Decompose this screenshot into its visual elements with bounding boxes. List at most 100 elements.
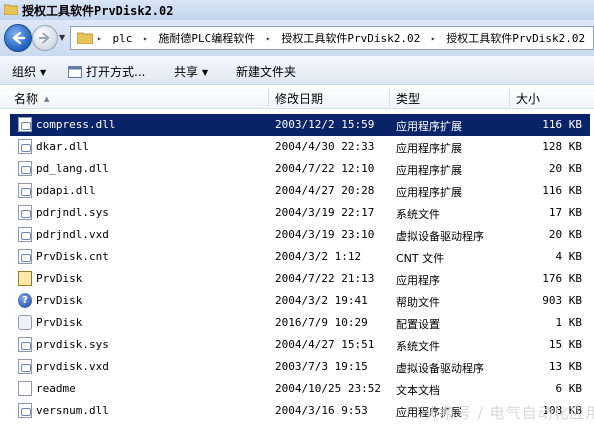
settings-icon bbox=[18, 315, 32, 330]
organize-label: 组织 bbox=[12, 65, 37, 79]
share-button[interactable]: 共享 ▼ bbox=[174, 63, 208, 80]
file-modified: 2003/7/3 19:15 bbox=[275, 360, 368, 373]
file-row[interactable]: ? PrvDisk 2004/3/2 19:41 帮助文件 903 KB bbox=[10, 290, 590, 312]
file-row[interactable]: pdapi.dll 2004/4/27 20:28 应用程序扩展 116 KB bbox=[10, 180, 590, 202]
chevron-right-icon[interactable]: ▸ bbox=[143, 34, 148, 43]
file-type: 系统文件 bbox=[396, 340, 440, 353]
chevron-right-icon[interactable]: ▸ bbox=[266, 34, 271, 43]
back-button[interactable] bbox=[4, 24, 32, 52]
column-divider[interactable] bbox=[389, 88, 390, 106]
file-type: 虚拟设备驱动程序 bbox=[396, 362, 484, 375]
column-type[interactable]: 类型 bbox=[396, 90, 420, 107]
file-row[interactable]: PrvDisk 2004/7/22 21:13 应用程序 176 KB bbox=[10, 268, 590, 290]
vxd-icon bbox=[18, 227, 32, 242]
column-header: 名称 ▲ 修改日期 类型 大小 bbox=[0, 86, 594, 109]
folder-icon bbox=[77, 32, 93, 44]
column-name[interactable]: 名称 ▲ bbox=[14, 90, 49, 107]
file-type: 虚拟设备驱动程序 bbox=[396, 230, 484, 243]
file-row[interactable]: PrvDisk 2016/7/9 10:29 配置设置 1 KB bbox=[10, 312, 590, 334]
file-size: 20 KB bbox=[548, 162, 582, 175]
file-name: PrvDisk bbox=[36, 316, 83, 329]
dll-icon bbox=[18, 117, 32, 132]
app-icon bbox=[18, 271, 32, 286]
file-row[interactable]: prvdisk.vxd 2003/7/3 19:15 虚拟设备驱动程序 13 KB bbox=[10, 356, 590, 378]
file-size: 13 KB bbox=[548, 360, 582, 373]
open-with-icon bbox=[68, 66, 82, 78]
file-row[interactable]: dkar.dll 2004/4/30 22:33 应用程序扩展 128 KB bbox=[10, 136, 590, 158]
column-divider[interactable] bbox=[509, 88, 510, 106]
watermark: 头条号 / 电气自动化应用 bbox=[424, 404, 594, 422]
file-type: 帮助文件 bbox=[396, 296, 440, 309]
sys-icon bbox=[18, 337, 32, 352]
file-name: pdrjndl.vxd bbox=[36, 228, 109, 241]
file-name: versnum.dll bbox=[36, 404, 109, 417]
history-dropdown-icon[interactable]: ▼ bbox=[59, 33, 65, 42]
dll-icon bbox=[18, 161, 32, 176]
file-type: 文本文档 bbox=[396, 384, 440, 397]
file-type: 应用程序扩展 bbox=[396, 120, 462, 133]
file-row[interactable]: pd_lang.dll 2004/7/22 12:10 应用程序扩展 20 KB bbox=[10, 158, 590, 180]
breadcrumb-item[interactable]: 授权工具软件PrvDisk2.02 bbox=[281, 32, 420, 45]
file-modified: 2004/3/2 1:12 bbox=[275, 250, 362, 263]
breadcrumb-item[interactable]: 授权工具软件PrvDisk2.02 bbox=[446, 32, 585, 45]
file-modified: 2004/10/25 23:52 bbox=[275, 382, 381, 395]
command-toolbar: 组织 ▼ 打开方式... 共享 ▼ 新建文件夹 bbox=[0, 56, 594, 85]
file-name: PrvDisk.cnt bbox=[36, 250, 109, 263]
file-modified: 2004/7/22 21:13 bbox=[275, 272, 375, 285]
open-with-label: 打开方式... bbox=[86, 65, 146, 79]
file-row[interactable]: compress.dll 2003/12/2 15:59 应用程序扩展 116 KB bbox=[10, 114, 590, 136]
new-folder-label: 新建文件夹 bbox=[236, 65, 297, 79]
file-modified: 2004/3/2 19:41 bbox=[275, 294, 368, 307]
vxd-icon bbox=[18, 359, 32, 374]
open-with-button[interactable]: 打开方式... bbox=[68, 63, 145, 80]
file-type: 应用程序 bbox=[396, 274, 440, 287]
file-row[interactable]: pdrjndl.vxd 2004/3/19 23:10 虚拟设备驱动程序 20 KB bbox=[10, 224, 590, 246]
sort-ascending-icon: ▲ bbox=[44, 95, 50, 103]
file-name: PrvDisk bbox=[36, 294, 83, 307]
file-size: 903 KB bbox=[542, 294, 582, 307]
file-name: prvdisk.vxd bbox=[36, 360, 109, 373]
navigation-bar: ▼ ▸ plc ▸ 施耐德PLC编程软件 ▸ 授权工具软件PrvDisk2.02… bbox=[0, 20, 594, 56]
column-divider[interactable] bbox=[268, 88, 269, 106]
chevron-down-icon: ▼ bbox=[40, 68, 47, 77]
file-size: 176 KB bbox=[542, 272, 582, 285]
file-name: pdapi.dll bbox=[36, 184, 96, 197]
dll-icon bbox=[18, 403, 32, 418]
file-size: 4 KB bbox=[555, 250, 583, 263]
forward-arrow-icon bbox=[38, 32, 50, 44]
file-size: 128 KB bbox=[542, 140, 582, 153]
column-name-label: 名称 bbox=[14, 92, 39, 106]
file-name: PrvDisk bbox=[36, 272, 83, 285]
file-modified: 2004/3/19 23:10 bbox=[275, 228, 375, 241]
file-icon bbox=[18, 249, 32, 264]
breadcrumb-item[interactable]: plc bbox=[112, 32, 132, 45]
file-type: 应用程序扩展 bbox=[396, 186, 462, 199]
file-type: 应用程序扩展 bbox=[396, 142, 462, 155]
chevron-right-icon[interactable]: ▸ bbox=[431, 34, 436, 43]
file-row[interactable]: pdrjndl.sys 2004/3/19 22:17 系统文件 17 KB bbox=[10, 202, 590, 224]
new-folder-button[interactable]: 新建文件夹 bbox=[236, 63, 296, 80]
column-size[interactable]: 大小 bbox=[516, 90, 540, 107]
file-name: dkar.dll bbox=[36, 140, 89, 153]
file-size: 20 KB bbox=[548, 228, 582, 241]
file-modified: 2004/3/16 9:53 bbox=[275, 404, 368, 417]
dll-icon bbox=[18, 183, 32, 198]
file-modified: 2004/4/27 15:51 bbox=[275, 338, 375, 351]
file-size: 116 KB bbox=[542, 118, 582, 131]
chevron-right-icon[interactable]: ▸ bbox=[97, 34, 102, 43]
file-modified: 2016/7/9 10:29 bbox=[275, 316, 368, 329]
file-modified: 2004/7/22 12:10 bbox=[275, 162, 375, 175]
window-title: 授权工具软件PrvDisk2.02 bbox=[22, 4, 174, 18]
file-row[interactable]: PrvDisk.cnt 2004/3/2 1:12 CNT 文件 4 KB bbox=[10, 246, 590, 268]
file-row[interactable]: readme 2004/10/25 23:52 文本文档 6 KB bbox=[10, 378, 590, 400]
file-type: 配置设置 bbox=[396, 318, 440, 331]
file-name: pdrjndl.sys bbox=[36, 206, 109, 219]
file-type: CNT 文件 bbox=[396, 252, 445, 265]
forward-button[interactable] bbox=[32, 25, 58, 51]
file-row[interactable]: prvdisk.sys 2004/4/27 15:51 系统文件 15 KB bbox=[10, 334, 590, 356]
title-bar: 授权工具软件PrvDisk2.02 bbox=[0, 0, 594, 20]
address-bar[interactable]: ▸ plc ▸ 施耐德PLC编程软件 ▸ 授权工具软件PrvDisk2.02 ▸… bbox=[70, 26, 594, 50]
organize-button[interactable]: 组织 ▼ bbox=[12, 63, 46, 80]
breadcrumb-item[interactable]: 施耐德PLC编程软件 bbox=[158, 32, 255, 45]
column-modified[interactable]: 修改日期 bbox=[275, 90, 323, 107]
